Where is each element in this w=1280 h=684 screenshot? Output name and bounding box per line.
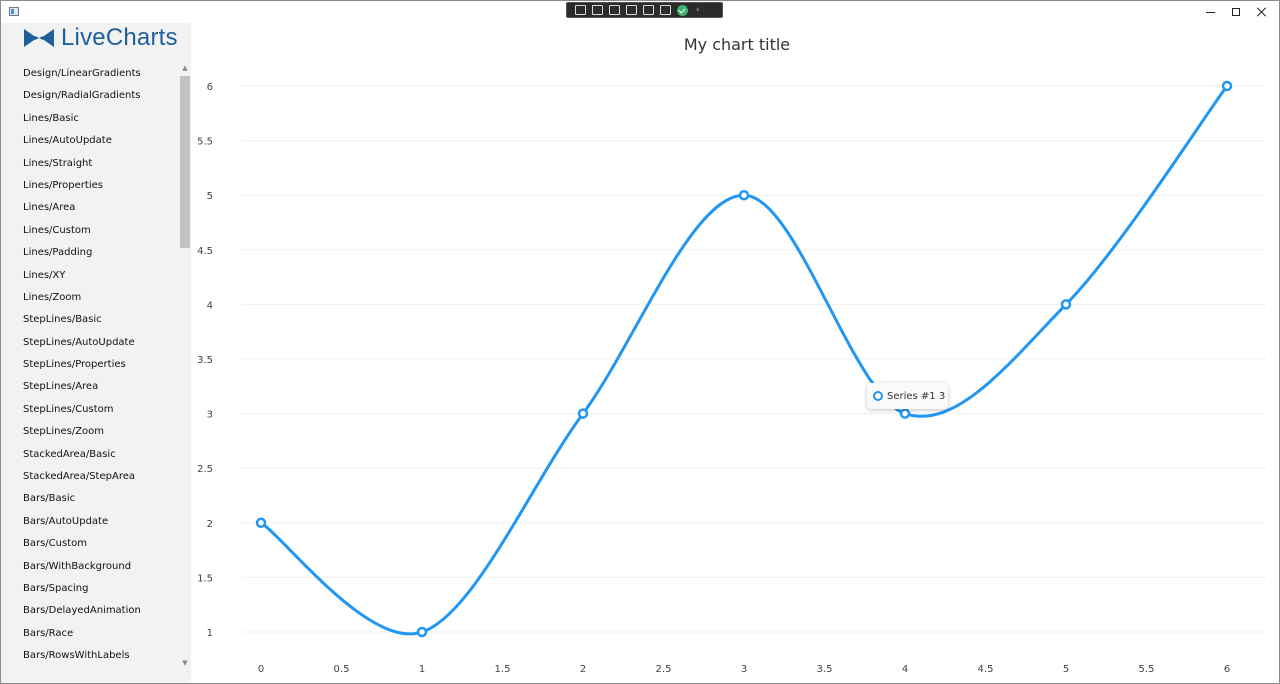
- sidebar-item[interactable]: Lines/XY: [1, 265, 179, 287]
- sidebar-item[interactable]: Lines/Basic: [1, 108, 179, 130]
- app-icon: [9, 7, 19, 16]
- y-tick-label: 1: [207, 628, 213, 639]
- y-tick-label: 4: [207, 300, 213, 311]
- data-point[interactable]: [577, 408, 589, 419]
- data-point[interactable]: [416, 626, 428, 638]
- sidebar-item[interactable]: StepLines/AutoUpdate: [1, 332, 179, 354]
- x-tick-label: 3.5: [817, 664, 833, 675]
- logo: LiveCharts: [23, 23, 178, 53]
- x-tick-label: 4: [902, 664, 908, 675]
- x-tick-label: 5.5: [1139, 664, 1155, 675]
- data-point[interactable]: [1221, 80, 1233, 92]
- tooltip-text: Series #1 3: [887, 390, 946, 402]
- sidebar-item[interactable]: Bars/RowsWithLabels: [1, 645, 179, 667]
- x-tick-label: 1.5: [495, 664, 511, 675]
- record-icon[interactable]: [592, 5, 603, 15]
- scroll-down-icon[interactable]: ▼: [179, 658, 191, 668]
- x-tick-label: 2: [580, 664, 586, 675]
- x-tick-label: 0.5: [334, 664, 350, 675]
- x-tick-label: 5: [1063, 664, 1069, 675]
- sidebar: LiveCharts Design/LinearGradients Design/…: [1, 23, 191, 683]
- sidebar-item[interactable]: Bars/Custom: [1, 533, 179, 555]
- y-tick-label: 1.5: [197, 573, 213, 584]
- hot-reload-icon[interactable]: [660, 5, 671, 15]
- data-point[interactable]: [738, 189, 750, 201]
- y-tick-label: 4.5: [197, 246, 213, 257]
- close-button[interactable]: [1239, 1, 1280, 23]
- sidebar-item[interactable]: Bars/DelayedAnimation: [1, 600, 179, 622]
- sample-list: Design/LinearGradients Design/RadialGradi…: [1, 63, 179, 668]
- x-tick-label: 3: [741, 664, 747, 675]
- sidebar-item[interactable]: Bars/AutoUpdate: [1, 511, 179, 533]
- sidebar-item[interactable]: StepLines/Zoom: [1, 421, 179, 443]
- title-bar: ‹: [1, 1, 1279, 23]
- sidebar-item[interactable]: StepLines/Basic: [1, 309, 179, 331]
- sidebar-item[interactable]: Bars/Spacing: [1, 578, 179, 600]
- sidebar-item[interactable]: StackedArea/Basic: [1, 444, 179, 466]
- x-tick-label: 6: [1224, 664, 1230, 675]
- data-point[interactable]: [255, 517, 267, 529]
- tooltip-series-marker: [873, 391, 883, 401]
- sidebar-item[interactable]: StepLines/Properties: [1, 354, 179, 376]
- y-tick-label: 3.5: [197, 355, 213, 366]
- sidebar-item[interactable]: Bars/Basic: [1, 488, 179, 510]
- livecharts-logo-icon: [24, 29, 54, 47]
- sidebar-item[interactable]: StackedArea/StepArea: [1, 466, 179, 488]
- y-tick-label: 2: [207, 519, 213, 530]
- track-focus-icon[interactable]: [643, 5, 654, 15]
- data-point[interactable]: [1060, 299, 1072, 310]
- y-tick-label: 5.5: [197, 137, 213, 148]
- sidebar-item[interactable]: Lines/Properties: [1, 175, 179, 197]
- sidebar-item[interactable]: Bars/WithBackground: [1, 556, 179, 578]
- y-tick-label: 2.5: [197, 464, 213, 475]
- chart-area: My chart title 1 1.5 2 2.5 3 3.5 4 4.5 5 5.5 6 0 0.5…: [191, 23, 1279, 683]
- series-line[interactable]: [260, 85, 1229, 636]
- x-tick-label: 0: [258, 664, 264, 675]
- layout-adorner-icon[interactable]: [626, 5, 637, 15]
- logo-text: LiveCharts: [61, 24, 178, 51]
- sidebar-item[interactable]: Lines/AutoUpdate: [1, 130, 179, 152]
- collapse-chevron-icon[interactable]: ‹: [696, 5, 700, 15]
- close-icon: [1257, 7, 1267, 17]
- sidebar-item[interactable]: Design/LinearGradients: [1, 63, 179, 85]
- x-tick-label: 2.5: [656, 664, 672, 675]
- app-window: ‹ LiveCharts Design/LinearGradients Desig…: [0, 0, 1280, 684]
- sidebar-item[interactable]: Lines/Straight: [1, 153, 179, 175]
- chart-tooltip: Series #1 3: [867, 383, 948, 409]
- sidebar-item[interactable]: Lines/Padding: [1, 242, 179, 264]
- sidebar-item[interactable]: Bars/Race: [1, 623, 179, 645]
- scroll-up-icon[interactable]: ▲: [179, 63, 191, 73]
- sidebar-item[interactable]: Design/RadialGradients: [1, 85, 179, 107]
- y-tick-label: 3: [207, 410, 213, 421]
- sidebar-item[interactable]: StepLines/Area: [1, 376, 179, 398]
- sidebar-scrollbar[interactable]: ▲ ▼: [179, 63, 191, 673]
- sidebar-item[interactable]: Lines/Custom: [1, 220, 179, 242]
- x-tick-label: 1: [419, 664, 425, 675]
- y-tick-label: 6: [207, 82, 213, 93]
- sidebar-item[interactable]: Lines/Zoom: [1, 287, 179, 309]
- debug-toolbar: ‹: [566, 2, 723, 18]
- line-chart[interactable]: 1 1.5 2 2.5 3 3.5 4 4.5 5 5.5 6 0 0.5 1 1.5 2 2.5 3 3.5 4 4.…: [191, 23, 1279, 683]
- y-tick-label: 5: [207, 191, 213, 202]
- sidebar-item[interactable]: Lines/Area: [1, 197, 179, 219]
- scroll-thumb[interactable]: [180, 76, 190, 248]
- pointer-icon[interactable]: [609, 5, 620, 15]
- sidebar-item[interactable]: StepLines/Custom: [1, 399, 179, 421]
- status-ok-icon[interactable]: [677, 4, 688, 16]
- select-element-icon[interactable]: [575, 5, 586, 15]
- x-tick-label: 4.5: [978, 664, 994, 675]
- data-point[interactable]: [899, 408, 911, 419]
